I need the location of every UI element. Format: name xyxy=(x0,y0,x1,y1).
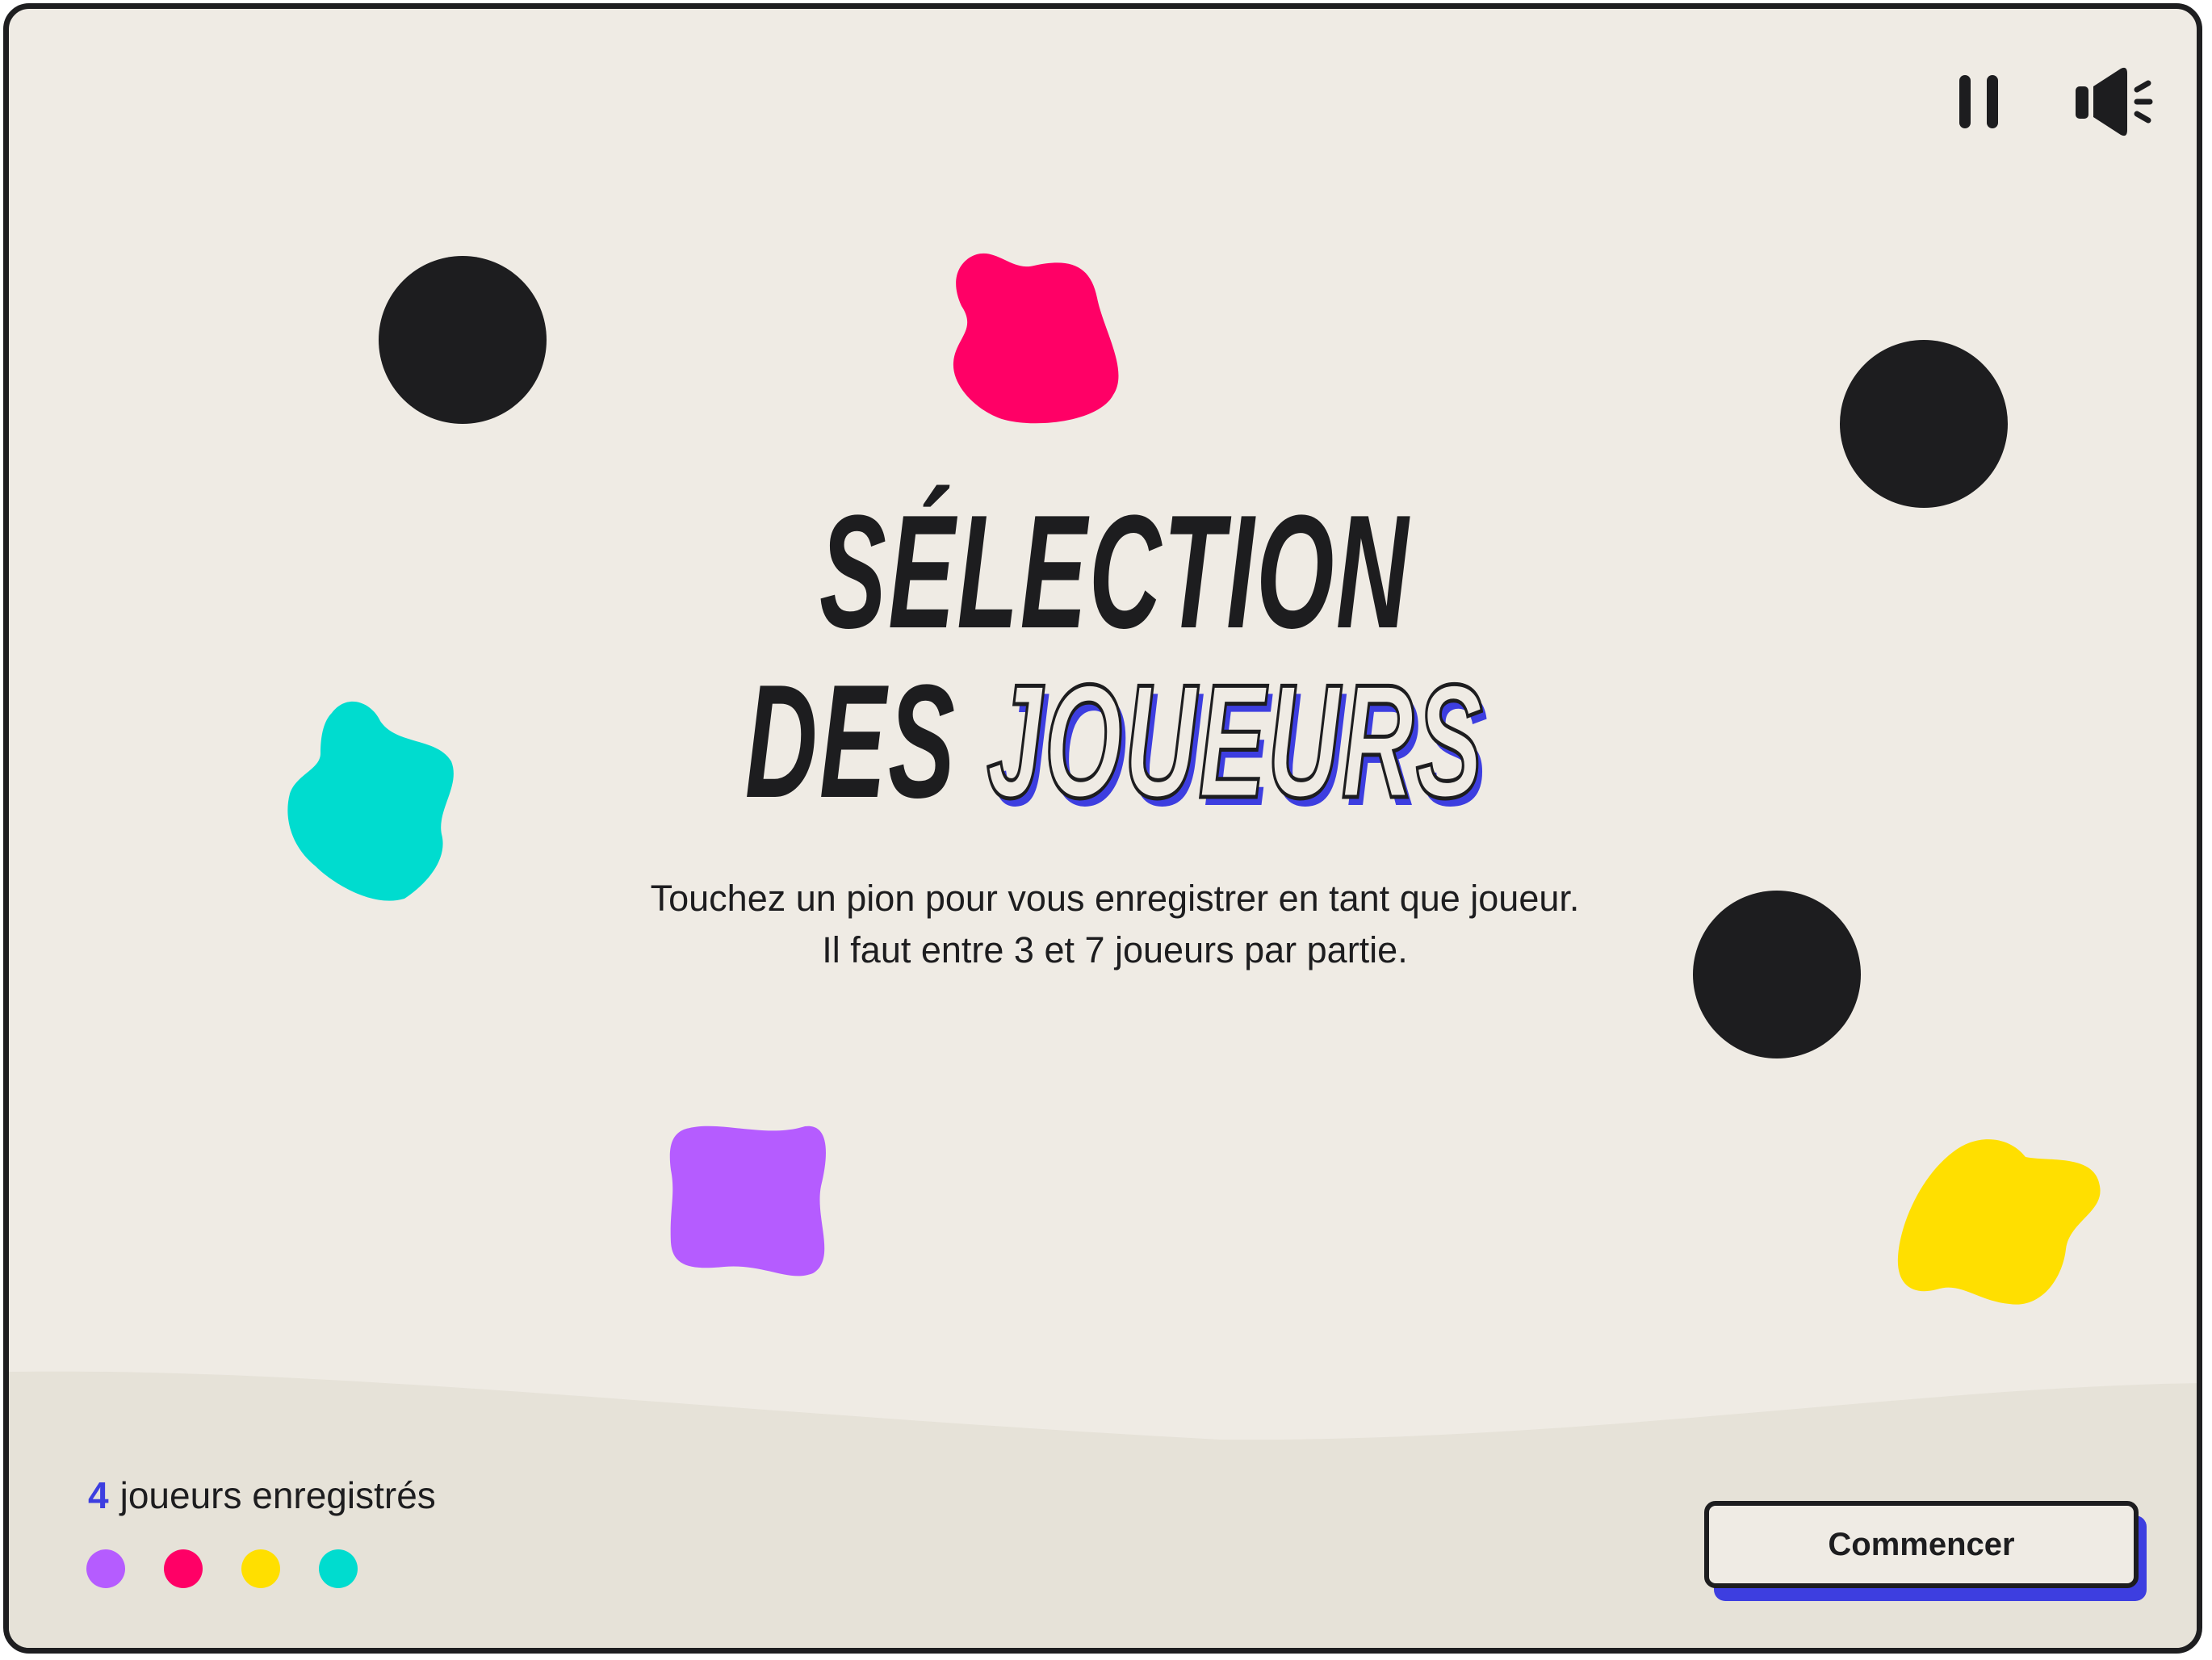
game-screen: SÉLECTION DES JOUEURS Touchez un pion po… xyxy=(3,3,2202,1654)
start-button-wrapper: Commencer xyxy=(1704,1501,2148,1606)
player-dot xyxy=(319,1549,358,1588)
pawn-empty[interactable] xyxy=(1840,340,2008,508)
pawn-purple[interactable] xyxy=(668,1121,829,1276)
registered-count-label: joueurs enregistrés xyxy=(119,1474,436,1516)
page-title-line2: DES JOUEURS xyxy=(429,659,1801,824)
page-title-plain-word: DES xyxy=(744,652,957,832)
pawn-empty[interactable] xyxy=(379,256,547,424)
player-dot xyxy=(164,1549,203,1588)
start-button[interactable]: Commencer xyxy=(1704,1501,2139,1588)
player-dot xyxy=(241,1549,280,1588)
page-title-line1: SÉLECTION xyxy=(819,482,1410,662)
player-dot xyxy=(86,1549,125,1588)
registered-count: 4 joueurs enregistrés xyxy=(88,1473,436,1517)
registered-players-list xyxy=(86,1549,358,1588)
pawn-yellow[interactable] xyxy=(1896,1136,2103,1309)
pause-icon[interactable] xyxy=(1958,73,2000,130)
registered-count-number: 4 xyxy=(88,1474,109,1516)
instructions-line2: Il faut entre 3 et 7 joueurs par partie. xyxy=(822,929,1408,970)
pawn-pink[interactable] xyxy=(937,249,1123,425)
speaker-icon[interactable] xyxy=(2074,65,2155,138)
instructions-line1: Touchez un pion pour vous enregistrer en… xyxy=(650,878,1580,919)
page-title-outline-word: JOUEURS xyxy=(986,652,1485,832)
